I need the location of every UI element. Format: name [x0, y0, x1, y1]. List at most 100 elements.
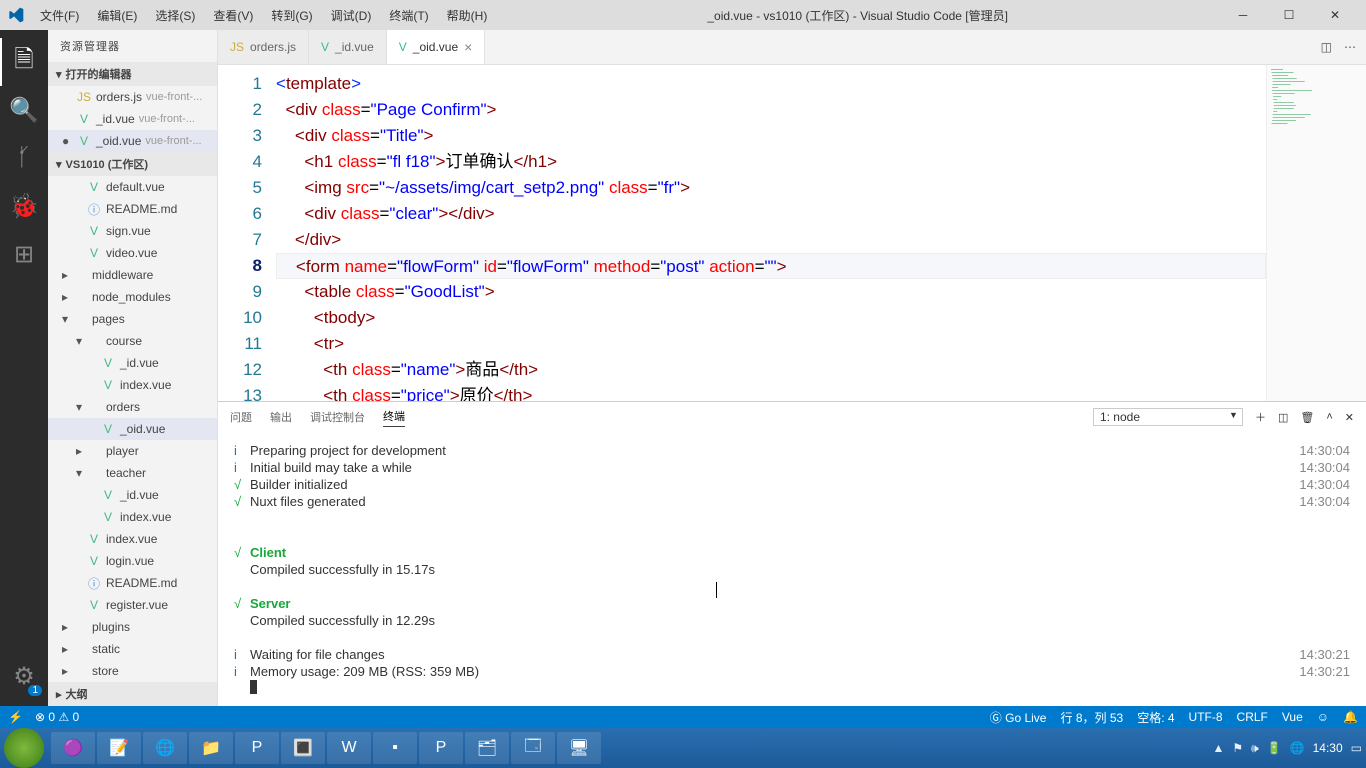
taskbar-app[interactable]: ▪	[373, 732, 417, 764]
tree-file[interactable]: V_oid.vue	[48, 418, 217, 440]
menu-item[interactable]: 帮助(H)	[439, 3, 496, 28]
status-notifications[interactable]: 🔔	[1343, 710, 1358, 724]
activity-debug[interactable]: 🐞	[0, 182, 48, 230]
line-gutter: 12345678910111213	[218, 65, 276, 401]
tree-folder[interactable]: ▾pages	[48, 308, 217, 330]
tree-file[interactable]: V_id.vue	[48, 352, 217, 374]
activity-search[interactable]: 🔍	[0, 86, 48, 134]
taskbar: 🟣 📝 🌐 📁 P 🔳 W ▪ P 🗂 🗔 🖥 ▲⚑🕪🔋🌐 14:30 ▭	[0, 728, 1366, 768]
panel-tabs: 问题 输出 调试控制台 终端 1: node ＋ ◫ 🗑 ˄ ✕	[218, 402, 1366, 432]
panel-close-icon[interactable]: ✕	[1345, 411, 1354, 424]
panel-tab[interactable]: 问题	[230, 409, 252, 425]
tree-folder[interactable]: ▸store	[48, 660, 217, 682]
split-editor-icon[interactable]: ◫	[1321, 40, 1332, 54]
open-editors-header[interactable]: ▾打开的编辑器	[48, 62, 217, 86]
tree-folder[interactable]: ▸node_modules	[48, 286, 217, 308]
editor-tab[interactable]: V_id.vue	[309, 30, 387, 64]
tree-file[interactable]: Vregister.vue	[48, 594, 217, 616]
tree-folder[interactable]: ▸plugins	[48, 616, 217, 638]
tree-folder[interactable]: ▸player	[48, 440, 217, 462]
taskbar-app[interactable]: 🔳	[281, 732, 325, 764]
activity-settings[interactable]: ⚙1	[0, 652, 48, 700]
kill-terminal-icon[interactable]: 🗑	[1300, 411, 1314, 424]
taskbar-app[interactable]: W	[327, 732, 371, 764]
taskbar-clock[interactable]: 14:30	[1313, 741, 1343, 755]
activity-explorer[interactable]: 🗎	[0, 38, 48, 86]
tree-file[interactable]: Vindex.vue	[48, 506, 217, 528]
workspace-header[interactable]: ▾VS1010 (工作区)	[48, 152, 217, 176]
taskbar-app[interactable]: 📁	[189, 732, 233, 764]
panel-tab[interactable]: 调试控制台	[310, 409, 365, 425]
status-golive[interactable]: Ⓖ Go Live	[990, 709, 1047, 726]
activity-extensions[interactable]: ⊞	[0, 230, 48, 278]
panel-tab[interactable]: 输出	[270, 409, 292, 425]
tree-file[interactable]: V_id.vue	[48, 484, 217, 506]
tree-folder[interactable]: ▾orders	[48, 396, 217, 418]
editor-tab[interactable]: JSorders.js	[218, 30, 309, 64]
tree-folder[interactable]: ▾course	[48, 330, 217, 352]
bottom-panel: 问题 输出 调试控制台 终端 1: node ＋ ◫ 🗑 ˄ ✕ iPreparing…	[218, 401, 1366, 706]
status-feedback[interactable]: ☺	[1317, 710, 1329, 724]
tree-file[interactable]: Vdefault.vue	[48, 176, 217, 198]
status-language[interactable]: Vue	[1282, 710, 1303, 724]
start-button[interactable]	[4, 728, 44, 768]
taskbar-app[interactable]: 🌐	[143, 732, 187, 764]
menu-item[interactable]: 编辑(E)	[89, 3, 145, 28]
titlebar: 文件(F)编辑(E)选择(S)查看(V)转到(G)调试(D)终端(T)帮助(H)…	[0, 0, 1366, 30]
new-terminal-icon[interactable]: ＋	[1255, 409, 1266, 425]
tree-file[interactable]: ⓘREADME.md	[48, 572, 217, 594]
menu-item[interactable]: 调试(D)	[323, 3, 380, 28]
status-indent[interactable]: 空格: 4	[1137, 709, 1174, 726]
minimap[interactable]: ▬▬▬▬▬▬ ▬▬▬▬▬▬▬▬▬▬▬ ▬▬▬▬▬▬▬▬ ▬▬▬▬▬▬▬▬▬▬▬▬…	[1266, 65, 1366, 401]
menu-item[interactable]: 选择(S)	[147, 3, 203, 28]
status-eol[interactable]: CRLF	[1237, 710, 1268, 724]
status-bar: ⚡ ⊗ 0 ⚠ 0 Ⓖ Go Live 行 8，列 53 空格: 4 UTF-8…	[0, 706, 1366, 728]
panel-tab[interactable]: 终端	[383, 408, 405, 427]
taskbar-app[interactable]: 🟣	[51, 732, 95, 764]
file-tree: Vdefault.vueⓘREADME.mdVsign.vueVvideo.vu…	[48, 176, 217, 682]
taskbar-app[interactable]: 📝	[97, 732, 141, 764]
more-actions-icon[interactable]: ⋯	[1344, 40, 1356, 54]
minimize-button[interactable]: ─	[1220, 0, 1266, 30]
terminal-select[interactable]: 1: node	[1093, 408, 1243, 426]
taskbar-app[interactable]: P	[419, 732, 463, 764]
tree-file[interactable]: ⓘREADME.md	[48, 198, 217, 220]
sidebar-title: 资源管理器	[48, 30, 217, 62]
tree-file[interactable]: Vvideo.vue	[48, 242, 217, 264]
status-encoding[interactable]: UTF-8	[1189, 710, 1223, 724]
menu-item[interactable]: 查看(V)	[205, 3, 261, 28]
tree-folder[interactable]: ▸middleware	[48, 264, 217, 286]
tree-file[interactable]: Vindex.vue	[48, 374, 217, 396]
split-terminal-icon[interactable]: ◫	[1278, 411, 1288, 424]
panel-maximize-icon[interactable]: ˄	[1326, 411, 1332, 423]
outline-header[interactable]: ▸大纲	[48, 682, 217, 706]
system-tray[interactable]: ▲⚑🕪🔋🌐 14:30 ▭	[1213, 741, 1363, 756]
status-cursor-pos[interactable]: 行 8，列 53	[1060, 709, 1123, 726]
code-area[interactable]: <template> <div class="Page Confirm"> <d…	[276, 65, 1266, 401]
tree-file[interactable]: Vindex.vue	[48, 528, 217, 550]
editor-tab[interactable]: V_oid.vue×	[387, 30, 486, 64]
terminal[interactable]: iPreparing project for development14:30:…	[218, 432, 1366, 706]
menu-item[interactable]: 终端(T)	[381, 3, 436, 28]
tree-folder[interactable]: ▸static	[48, 638, 217, 660]
open-editor-item[interactable]: JSorders.jsvue-front-...	[48, 86, 217, 108]
status-problems[interactable]: ⊗ 0 ⚠ 0	[35, 710, 79, 724]
open-editor-item[interactable]: V_id.vuevue-front-...	[48, 108, 217, 130]
maximize-button[interactable]: ☐	[1266, 0, 1312, 30]
open-editor-item[interactable]: ●V_oid.vuevue-front-...	[48, 130, 217, 152]
taskbar-app[interactable]: 🗂	[465, 732, 509, 764]
activity-scm[interactable]: ᚶ	[0, 134, 48, 182]
taskbar-app[interactable]: P	[235, 732, 279, 764]
taskbar-app[interactable]: 🗔	[511, 732, 555, 764]
menu-item[interactable]: 文件(F)	[32, 3, 87, 28]
status-remote[interactable]: ⚡	[8, 710, 23, 724]
editor-group: JSorders.jsV_id.vueV_oid.vue× ◫ ⋯ 123456…	[218, 30, 1366, 706]
tree-file[interactable]: Vsign.vue	[48, 220, 217, 242]
tree-file[interactable]: Vlogin.vue	[48, 550, 217, 572]
tab-close-icon[interactable]: ×	[464, 39, 472, 55]
editor[interactable]: 12345678910111213 <template> <div class=…	[218, 65, 1366, 401]
tree-folder[interactable]: ▾teacher	[48, 462, 217, 484]
menu-item[interactable]: 转到(G)	[263, 3, 320, 28]
close-button[interactable]: ✕	[1312, 0, 1358, 30]
taskbar-app[interactable]: 🖥	[557, 732, 601, 764]
